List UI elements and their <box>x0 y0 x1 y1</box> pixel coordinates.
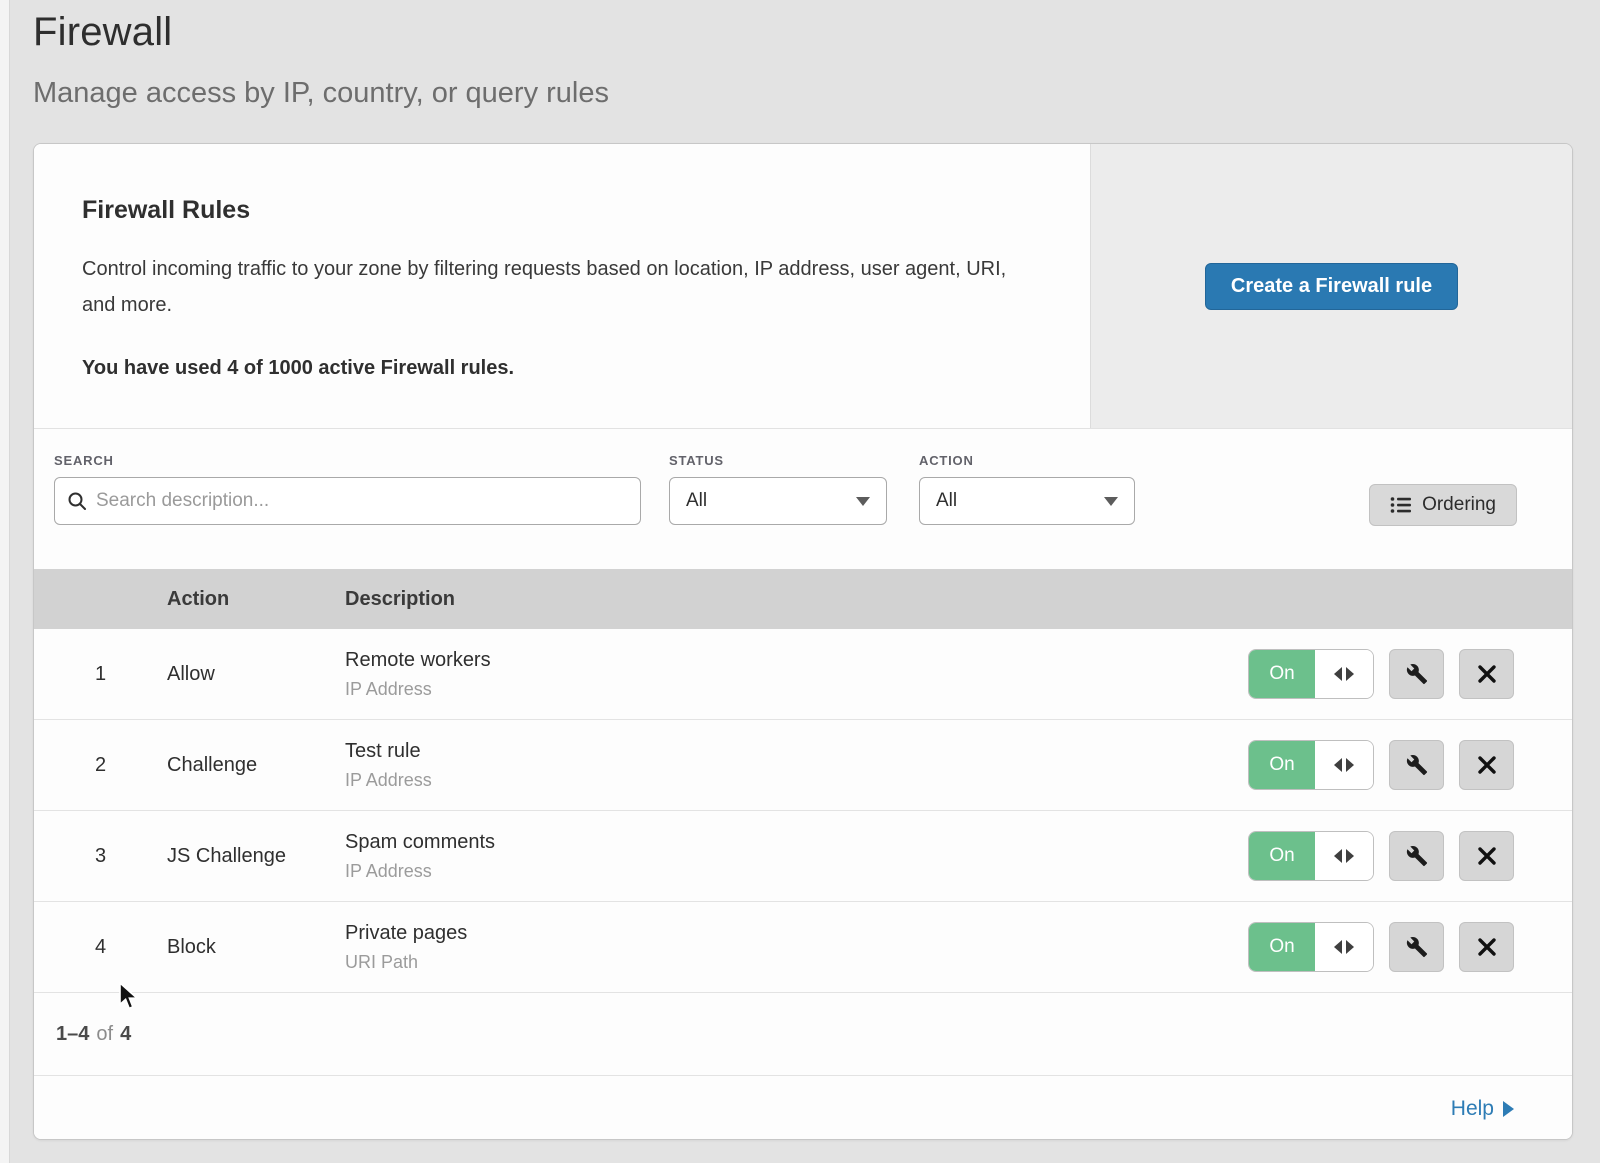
search-box[interactable] <box>54 477 641 525</box>
toggle-on-label: On <box>1249 741 1315 789</box>
status-selected-value: All <box>686 490 707 512</box>
rule-action: Allow <box>167 663 345 686</box>
card-description: Control incoming traffic to your zone by… <box>82 251 1042 323</box>
rule-action: Block <box>167 936 345 959</box>
card-info: Firewall Rules Control incoming traffic … <box>34 144 1090 428</box>
table-row: 1 Allow Remote workers IP Address On <box>34 629 1572 720</box>
toggle-on-label: On <box>1249 832 1315 880</box>
mouse-cursor <box>118 982 144 1017</box>
table-row: 2 Challenge Test rule IP Address On <box>34 720 1572 811</box>
ordering-button-label: Ordering <box>1422 494 1496 516</box>
rule-description-cell: Remote workers IP Address <box>345 649 1248 700</box>
delete-rule-button[interactable] <box>1459 740 1514 790</box>
rule-match-type: IP Address <box>345 861 1248 882</box>
rules-table-header: Action Description <box>34 569 1572 629</box>
table-row: 4 Block Private pages URI Path On <box>34 902 1572 993</box>
rule-priority: 2 <box>34 754 167 777</box>
rule-description: Remote workers <box>345 649 1248 672</box>
action-filter-group: ACTION All <box>919 453 1135 525</box>
delete-rule-button[interactable] <box>1459 649 1514 699</box>
card-usage-text: You have used 4 of 1000 active Firewall … <box>82 357 1042 380</box>
rule-description: Test rule <box>345 740 1248 763</box>
rule-enabled-toggle[interactable]: On <box>1248 831 1374 881</box>
rule-description-cell: Test rule IP Address <box>345 740 1248 791</box>
action-selected-value: All <box>936 490 957 512</box>
card-footer: Help <box>34 1076 1572 1140</box>
rule-controls: On <box>1248 831 1514 881</box>
table-row: 3 JS Challenge Spam comments IP Address … <box>34 811 1572 902</box>
page-title: Firewall <box>33 10 609 55</box>
rule-enabled-toggle[interactable]: On <box>1248 649 1374 699</box>
toggle-on-label: On <box>1249 650 1315 698</box>
pagination-bar: 1–4 of 4 <box>34 993 1572 1076</box>
drag-arrows-icon[interactable] <box>1315 741 1373 789</box>
rule-action: JS Challenge <box>167 845 345 868</box>
help-arrow-icon <box>1503 1101 1514 1117</box>
wrench-icon <box>1406 845 1428 867</box>
action-label: ACTION <box>919 453 1135 468</box>
toggle-on-label: On <box>1249 923 1315 971</box>
rule-priority: 1 <box>34 663 167 686</box>
rule-controls: On <box>1248 649 1514 699</box>
ordering-button[interactable]: Ordering <box>1369 484 1517 526</box>
drag-arrows-icon[interactable] <box>1315 650 1373 698</box>
window-left-edge <box>0 0 10 1163</box>
rule-description: Private pages <box>345 922 1248 945</box>
help-link[interactable]: Help <box>1451 1097 1514 1121</box>
page-subtitle: Manage access by IP, country, or query r… <box>33 77 609 110</box>
pagination-of: of <box>96 1023 113 1046</box>
search-filter-group: SEARCH <box>54 453 641 525</box>
close-icon <box>1477 846 1497 866</box>
rule-description: Spam comments <box>345 831 1248 854</box>
close-icon <box>1477 937 1497 957</box>
help-link-label: Help <box>1451 1097 1494 1121</box>
edit-rule-button[interactable] <box>1389 831 1444 881</box>
action-column-header: Action <box>167 588 345 611</box>
delete-rule-button[interactable] <box>1459 831 1514 881</box>
close-icon <box>1477 664 1497 684</box>
rule-action: Challenge <box>167 754 345 777</box>
search-input[interactable] <box>96 490 628 512</box>
rule-match-type: IP Address <box>345 770 1248 791</box>
edit-rule-button[interactable] <box>1389 649 1444 699</box>
close-icon <box>1477 755 1497 775</box>
ordering-list-icon <box>1390 495 1412 515</box>
wrench-icon <box>1406 754 1428 776</box>
chevron-down-icon <box>856 497 870 506</box>
status-select[interactable]: All <box>669 477 887 525</box>
edit-rule-button[interactable] <box>1389 740 1444 790</box>
rule-description-cell: Spam comments IP Address <box>345 831 1248 882</box>
rule-description-cell: Private pages URI Path <box>345 922 1248 973</box>
search-label: SEARCH <box>54 453 641 468</box>
wrench-icon <box>1406 663 1428 685</box>
status-label: STATUS <box>669 453 887 468</box>
firewall-rules-card: Firewall Rules Control incoming traffic … <box>33 143 1573 1140</box>
rule-priority: 4 <box>34 936 167 959</box>
rule-controls: On <box>1248 740 1514 790</box>
rule-controls: On <box>1248 922 1514 972</box>
page-header: Firewall Manage access by IP, country, o… <box>33 10 609 110</box>
pagination-range: 1–4 <box>56 1023 89 1046</box>
chevron-down-icon <box>1104 497 1118 506</box>
wrench-icon <box>1406 936 1428 958</box>
create-firewall-rule-button[interactable]: Create a Firewall rule <box>1205 263 1458 310</box>
card-top-section: Firewall Rules Control incoming traffic … <box>34 144 1572 429</box>
status-filter-group: STATUS All <box>669 453 887 525</box>
drag-arrows-icon[interactable] <box>1315 923 1373 971</box>
description-column-header: Description <box>345 588 1572 611</box>
card-heading: Firewall Rules <box>82 196 1042 225</box>
pagination-total: 4 <box>120 1023 131 1046</box>
drag-arrows-icon[interactable] <box>1315 832 1373 880</box>
card-action-panel: Create a Firewall rule <box>1090 144 1572 428</box>
filters-bar: SEARCH STATUS All ACTION All <box>34 429 1572 569</box>
rule-match-type: URI Path <box>345 952 1248 973</box>
rule-enabled-toggle[interactable]: On <box>1248 740 1374 790</box>
rule-priority: 3 <box>34 845 167 868</box>
rule-enabled-toggle[interactable]: On <box>1248 922 1374 972</box>
action-select[interactable]: All <box>919 477 1135 525</box>
search-icon <box>67 491 87 511</box>
delete-rule-button[interactable] <box>1459 922 1514 972</box>
edit-rule-button[interactable] <box>1389 922 1444 972</box>
rule-match-type: IP Address <box>345 679 1248 700</box>
